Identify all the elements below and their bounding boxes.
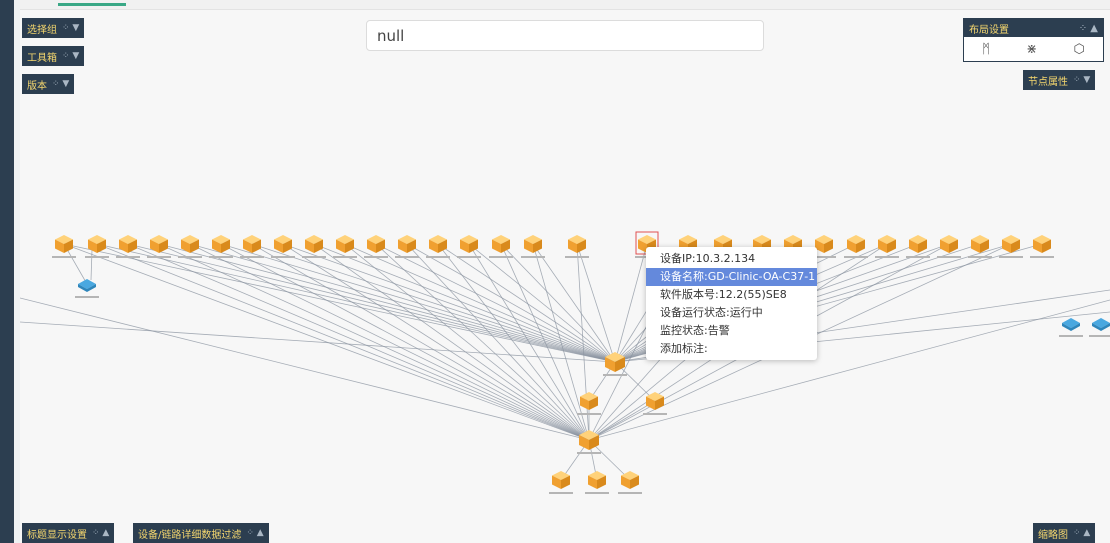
node-label [240, 256, 264, 258]
node-label [521, 256, 545, 258]
collapse-icon[interactable]: ⁘ ▲ [1073, 528, 1090, 538]
node-label [603, 374, 627, 376]
device-node-3[interactable] [119, 235, 137, 253]
bottom-node-2[interactable] [588, 471, 606, 489]
layout-settings-title: 布局设置 [969, 24, 1009, 36]
node-label [577, 452, 601, 454]
tooltip-run-status: 设备运行状态:运行中 [660, 306, 763, 319]
collapse-icon[interactable]: ⁘ ▼ [52, 79, 69, 89]
collapse-icon[interactable]: ⁘ ▲ [1079, 23, 1098, 34]
topology-canvas[interactable] [20, 10, 1110, 530]
node-label [1030, 256, 1054, 258]
node-label [364, 256, 388, 258]
layout-settings-panel: 布局设置 ⁘ ▲ ᛗ ⋇ ⬡ [963, 18, 1104, 62]
node-label [937, 256, 961, 258]
device-node-14[interactable] [460, 235, 478, 253]
data-filter-panel[interactable]: 设备/链路详细数据过滤 ⁘ ▲ [133, 523, 269, 543]
device-node-26[interactable] [909, 235, 927, 253]
device-tooltip: 设备IP:10.3.2.134 设备名称:GD-Clinic-OA-C37-1 … [646, 247, 817, 360]
node-label [565, 256, 589, 258]
toolbox-panel[interactable]: 工具箱 ⁘ ▼ [22, 46, 85, 66]
device-node-6[interactable] [212, 235, 230, 253]
node-label [875, 256, 899, 258]
tooltip-add-annotation[interactable]: 添加标注: [646, 340, 817, 358]
device-node-23[interactable] [815, 235, 833, 253]
left-rail [0, 0, 14, 543]
node-properties-panel[interactable]: 节点属性 ⁘ ▼ [1023, 70, 1096, 90]
select-group-label: 选择组 [27, 24, 57, 36]
node-label [999, 256, 1023, 258]
collapse-icon[interactable]: ⁘ ▼ [62, 23, 79, 33]
version-panel[interactable]: 版本 ⁘ ▼ [22, 74, 75, 94]
node-label [844, 256, 868, 258]
node-label [906, 256, 930, 258]
node-label [302, 256, 326, 258]
device-node-25[interactable] [878, 235, 896, 253]
device-node-24[interactable] [847, 235, 865, 253]
node-label [1089, 335, 1110, 337]
node-label [116, 256, 140, 258]
node-label [577, 413, 601, 415]
node-label [585, 492, 609, 494]
device-node-27[interactable] [940, 235, 958, 253]
device-node-2[interactable] [88, 235, 106, 253]
tooltip-software-version: 软件版本号:12.2(55)SE8 [660, 288, 787, 301]
toolbox-label: 工具箱 [27, 52, 57, 64]
node-label [75, 296, 99, 298]
collapse-icon[interactable]: ⁘ ▲ [92, 528, 109, 538]
node-label [618, 492, 642, 494]
device-node-29[interactable] [1002, 235, 1020, 253]
device-node-16[interactable] [524, 235, 542, 253]
node-label [489, 256, 513, 258]
minimap-panel[interactable]: 缩略图 ⁘ ▲ [1033, 523, 1096, 543]
node-properties-label: 节点属性 [1028, 76, 1068, 88]
node-label [333, 256, 357, 258]
node-label [395, 256, 419, 258]
collapse-icon[interactable]: ⁘ ▼ [1073, 75, 1090, 85]
mid-node-1[interactable] [580, 392, 598, 410]
star-layout-icon[interactable]: ⋇ [1026, 42, 1037, 57]
tooltip-device-name[interactable]: 设备名称:GD-Clinic-OA-C37-1 [646, 268, 817, 286]
device-node-9[interactable] [305, 235, 323, 253]
device-node-7[interactable] [243, 235, 261, 253]
search-input[interactable] [366, 20, 764, 51]
switch-node-1[interactable] [78, 279, 96, 292]
node-label [1059, 335, 1083, 337]
tooltip-ip: 设备IP:10.3.2.134 [660, 252, 756, 265]
device-node-28[interactable] [971, 235, 989, 253]
top-bar [20, 0, 1110, 10]
tooltip-monitor-status: 监控状态:告警 [660, 324, 730, 337]
select-group-panel[interactable]: 选择组 ⁘ ▼ [22, 18, 85, 38]
node-label [85, 256, 109, 258]
switch-node-2[interactable] [1062, 318, 1080, 331]
node-label [426, 256, 450, 258]
device-node-10[interactable] [336, 235, 354, 253]
node-label [968, 256, 992, 258]
device-node-30[interactable] [1033, 235, 1051, 253]
node-label [178, 256, 202, 258]
device-node-17[interactable] [568, 235, 586, 253]
active-tab-indicator[interactable] [58, 3, 126, 6]
node-label [147, 256, 171, 258]
node-label [209, 256, 233, 258]
device-node-8[interactable] [274, 235, 292, 253]
collapse-icon[interactable]: ⁘ ▼ [62, 51, 79, 61]
label-display-settings-panel[interactable]: 标题显示设置 ⁘ ▲ [22, 523, 115, 543]
data-filter-label: 设备/链路详细数据过滤 [138, 529, 242, 541]
circle-layout-icon[interactable]: ⬡ [1073, 42, 1084, 57]
switch-node-3[interactable] [1092, 318, 1110, 331]
node-label [457, 256, 481, 258]
minimap-label: 缩略图 [1038, 529, 1068, 541]
collapse-icon[interactable]: ⁘ ▲ [246, 528, 263, 538]
device-node-13[interactable] [429, 235, 447, 253]
bottom-node-1[interactable] [552, 471, 570, 489]
node-label [52, 256, 76, 258]
node-label [643, 413, 667, 415]
device-node-1[interactable] [55, 235, 73, 253]
version-label: 版本 [27, 80, 47, 92]
label-display-settings-label: 标题显示设置 [27, 529, 87, 541]
hierarchy-layout-icon[interactable]: ᛗ [982, 42, 990, 57]
node-label [549, 492, 573, 494]
node-label [271, 256, 295, 258]
